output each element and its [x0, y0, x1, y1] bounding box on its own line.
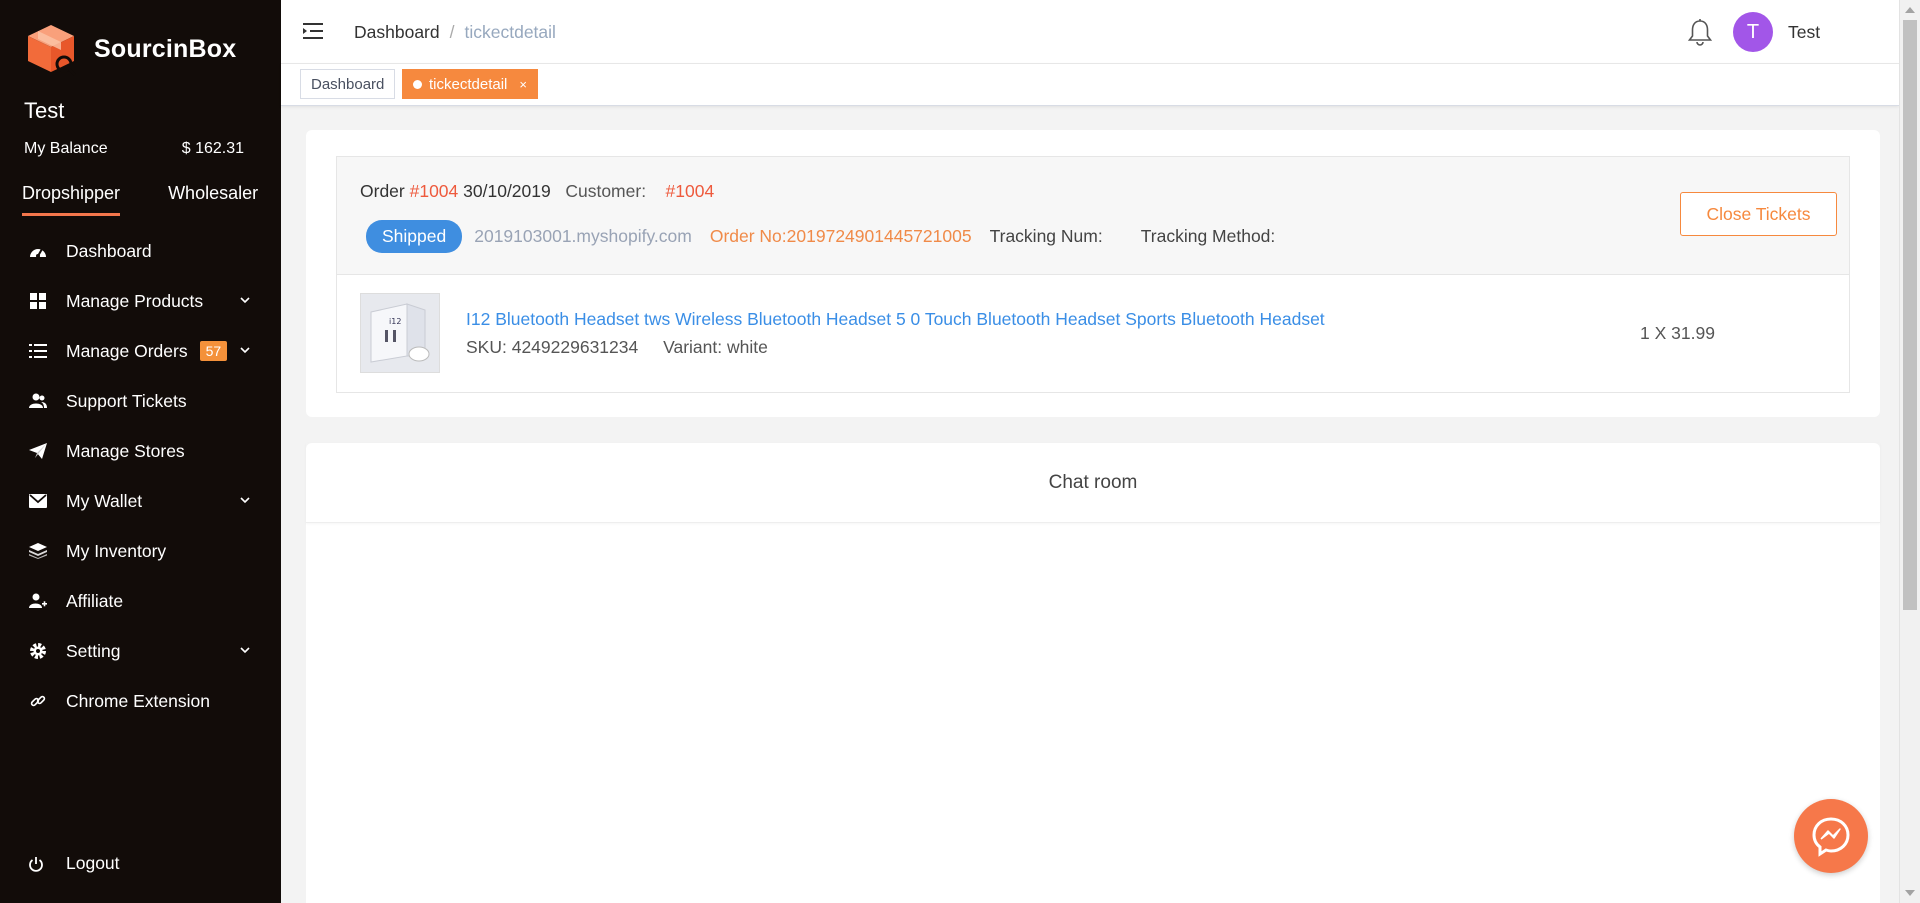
tracking-method-label: Tracking Method:: [1140, 226, 1276, 246]
breadcrumb-separator: /: [449, 22, 455, 42]
order-number: Order No:2019724901445721005: [709, 226, 972, 246]
order-details: Shipped 2019103001.myshopify.com Order N…: [366, 220, 1313, 253]
sidebar-item-chrome-extension[interactable]: Chrome Extension: [0, 676, 281, 726]
chevron-down-icon: [240, 297, 250, 304]
order-card: Order #1004 30/10/2019 Customer: #1004 S…: [306, 130, 1880, 417]
chevron-down-icon: [240, 647, 250, 654]
breadcrumb-dashboard[interactable]: Dashboard: [354, 22, 440, 42]
tab-wholesaler[interactable]: Wholesaler: [168, 183, 258, 216]
breadcrumb: Dashboard / tickectdetail: [354, 22, 556, 43]
sidebar: SourcinBox Test My Balance $ 162.31 Drop…: [0, 0, 281, 903]
product-thumbnail[interactable]: i12: [360, 293, 440, 373]
tags-view: Dashboard tickectdetail ×: [281, 64, 1899, 106]
power-icon: [28, 856, 48, 872]
messenger-button[interactable]: [1794, 799, 1868, 873]
scroll-thumb[interactable]: [1903, 20, 1917, 610]
dashboard-icon: [28, 241, 48, 261]
chat-room-title: Chat room: [306, 443, 1880, 523]
top-navbar: Dashboard / tickectdetail T Test: [281, 0, 1899, 64]
sidebar-item-affiliate[interactable]: Affiliate: [0, 576, 281, 626]
tag-tickectdetail[interactable]: tickectdetail ×: [402, 69, 538, 99]
order-summary: Order #1004 30/10/2019 Customer: #1004: [360, 181, 714, 202]
gear-icon: [28, 641, 48, 661]
grid-icon: [28, 291, 48, 311]
tag-dashboard[interactable]: Dashboard: [300, 69, 396, 99]
list-icon: [28, 341, 48, 361]
hamburger-icon[interactable]: [303, 20, 325, 42]
close-tickets-button[interactable]: Close Tickets: [1680, 192, 1837, 236]
tag-label: tickectdetail: [429, 75, 508, 93]
quantity-price: 1 X 31.99: [1640, 323, 1715, 343]
messenger-icon: [1812, 817, 1850, 857]
scroll-up-arrow-icon[interactable]: [1905, 7, 1915, 13]
sidebar-item-label: Support Tickets: [66, 390, 187, 411]
envelope-icon: [28, 491, 48, 511]
sidebar-item-dashboard[interactable]: Dashboard: [0, 226, 281, 276]
orders-count-badge: 57: [199, 341, 228, 361]
box-logo-icon: [28, 25, 77, 76]
order-item-row: i12 I12 Bluetooth Headset tws Wireless B…: [337, 275, 1849, 393]
user-plus-icon: [28, 591, 48, 611]
brand-name: SourcinBox: [94, 34, 237, 63]
close-icon[interactable]: ×: [519, 77, 527, 92]
logout-button[interactable]: Logout: [28, 853, 120, 874]
brand[interactable]: SourcinBox: [24, 22, 236, 76]
sidebar-item-manage-products[interactable]: Manage Products: [0, 276, 281, 326]
product-sku: SKU: 4249229631234: [466, 337, 639, 357]
sidebar-item-label: Manage Stores: [66, 440, 185, 461]
chevron-down-icon: [240, 497, 250, 504]
order-prefix: Order: [360, 181, 405, 201]
tag-label: Dashboard: [311, 75, 385, 93]
chevron-down-icon: [240, 347, 250, 354]
order-header: Order #1004 30/10/2019 Customer: #1004 S…: [337, 157, 1849, 275]
order-id: #1004: [409, 181, 459, 201]
svg-text:i12: i12: [389, 317, 401, 326]
product-title-link[interactable]: I12 Bluetooth Headset tws Wireless Bluet…: [466, 309, 1325, 330]
breadcrumb-current: tickectdetail: [464, 22, 556, 42]
sidebar-item-label: Dashboard: [66, 240, 152, 261]
layers-icon: [28, 541, 48, 561]
avatar[interactable]: T: [1733, 12, 1773, 52]
sidebar-item-label: Chrome Extension: [66, 690, 210, 711]
sidebar-item-manage-stores[interactable]: Manage Stores: [0, 426, 281, 476]
product-variant: Variant: white: [663, 337, 768, 357]
page-scrollbar[interactable]: [1899, 0, 1920, 903]
sidebar-item-label: My Inventory: [66, 540, 167, 561]
tab-dropshipper[interactable]: Dropshipper: [22, 183, 121, 216]
sidebar-item-manage-orders[interactable]: Manage Orders 57: [0, 326, 281, 376]
sidebar-item-label: Affiliate: [66, 590, 124, 611]
balance-row: My Balance $ 162.31: [24, 140, 244, 158]
tracking-num-label: Tracking Num:: [989, 226, 1103, 246]
sidebar-user-name: Test: [24, 98, 65, 123]
sidebar-menu: Dashboard Manage Products Manage Orders …: [0, 226, 281, 726]
balance-label: My Balance: [24, 140, 108, 157]
product-image-icon: i12: [361, 294, 439, 372]
bell-icon[interactable]: [1687, 18, 1713, 46]
sidebar-item-label: Manage Orders: [66, 340, 188, 361]
sidebar-item-my-inventory[interactable]: My Inventory: [0, 526, 281, 576]
product-meta: SKU: 4249229631234 Variant: white: [466, 337, 788, 358]
header-user-name[interactable]: Test: [1788, 22, 1820, 43]
chat-card: Chat room: [306, 443, 1880, 903]
sidebar-item-my-wallet[interactable]: My Wallet: [0, 476, 281, 526]
sidebar-item-support-tickets[interactable]: Support Tickets: [0, 376, 281, 426]
link-icon: [28, 691, 48, 711]
order-box: Order #1004 30/10/2019 Customer: #1004 S…: [336, 156, 1850, 393]
logout-label: Logout: [66, 853, 120, 873]
balance-value: $ 162.31: [181, 140, 244, 157]
sidebar-item-label: Manage Products: [66, 290, 204, 311]
status-badge: Shipped: [366, 220, 463, 253]
customer-label: Customer:: [565, 181, 647, 201]
users-icon: [28, 391, 48, 411]
store-url: 2019103001.myshopify.com: [474, 226, 692, 246]
paper-plane-icon: [28, 441, 48, 461]
scroll-down-arrow-icon[interactable]: [1905, 890, 1915, 896]
mode-tabs: Dropshipper Wholesaler: [22, 183, 306, 216]
sidebar-item-label: My Wallet: [66, 490, 143, 511]
sidebar-item-label: Setting: [66, 640, 121, 661]
order-date: 30/10/2019: [463, 181, 551, 201]
active-dot: [413, 79, 422, 89]
customer-id: #1004: [665, 181, 715, 201]
sidebar-item-setting[interactable]: Setting: [0, 626, 281, 676]
